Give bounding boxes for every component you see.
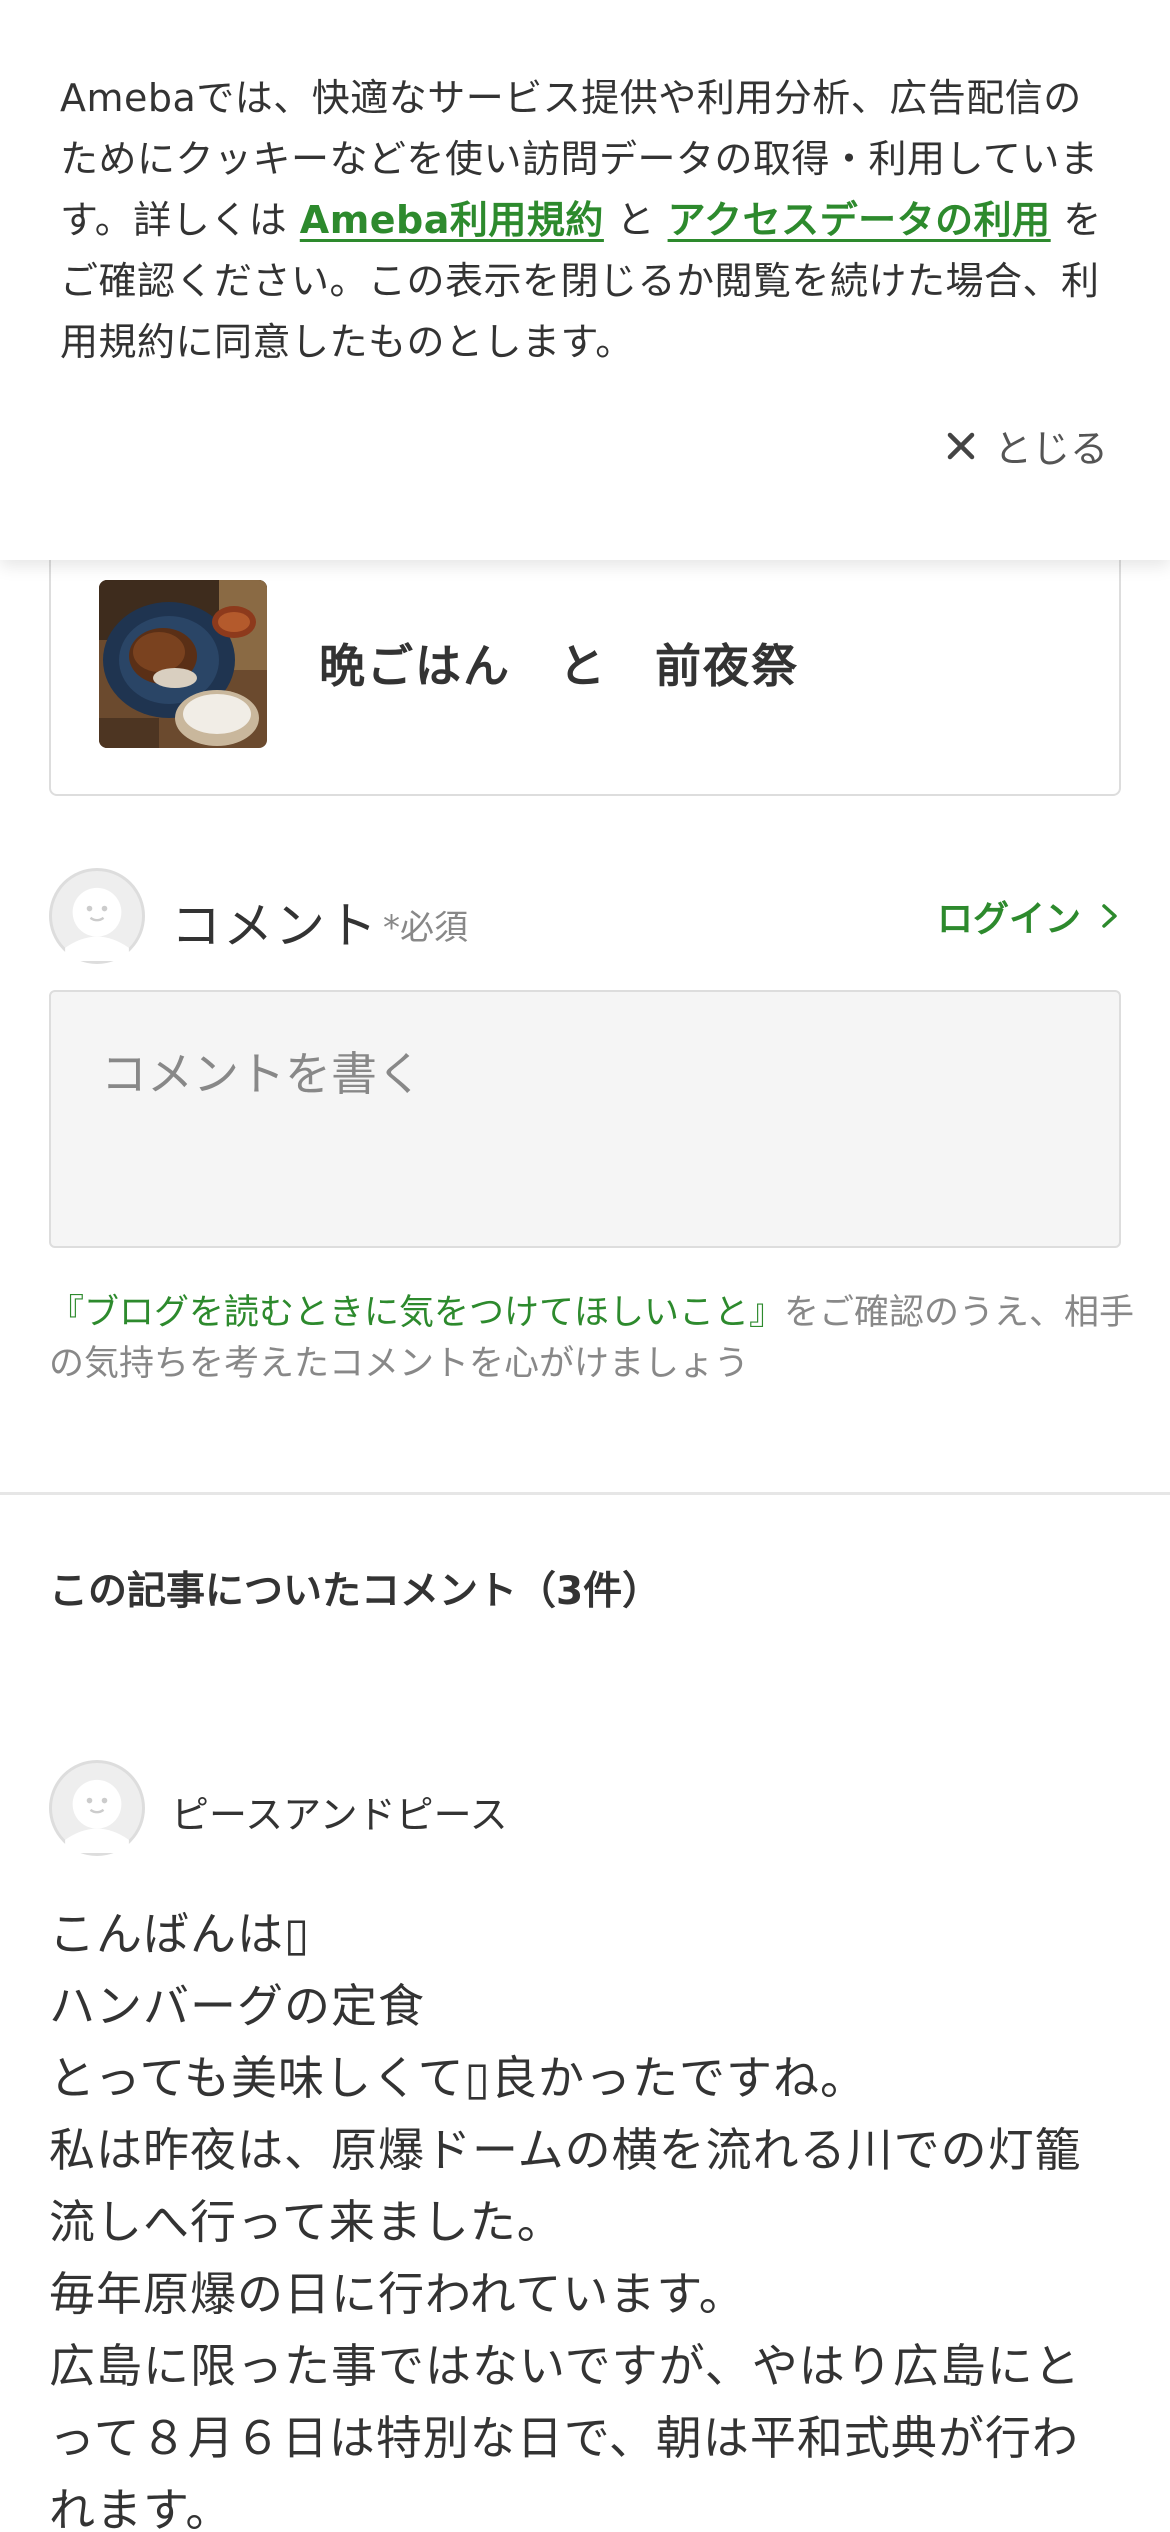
article-card[interactable]: 晩ごはん と 前夜祭 bbox=[49, 520, 1121, 796]
close-icon bbox=[947, 432, 975, 459]
comments-heading: この記事についたコメント（3件） bbox=[49, 1569, 662, 1614]
comment-line: とっても美味しくて▯良かったですね。 bbox=[49, 2051, 867, 2105]
login-label: ログイン bbox=[936, 899, 1081, 940]
comment-line: 私は昨夜は、原爆ドームの横を流れる川での灯籠 bbox=[49, 2123, 1082, 2177]
comment-line: れます。 bbox=[49, 2483, 233, 2532]
comment-label: コメント bbox=[171, 897, 379, 955]
avatar bbox=[49, 1760, 145, 1856]
close-button[interactable]: とじる bbox=[946, 418, 1108, 473]
access-data-link[interactable]: アクセスデータの利用 bbox=[668, 198, 1051, 242]
chevron-right-icon bbox=[1102, 904, 1117, 928]
terms-link[interactable]: Ameba利用規約 bbox=[300, 198, 604, 242]
comment-line: って８月６日は特別な日で、朝は平和式典が行わ bbox=[49, 2411, 1079, 2465]
avatar bbox=[49, 868, 145, 964]
comment-textarea[interactable] bbox=[49, 990, 1121, 1248]
comment-line: 毎年原爆の日に行われています。 bbox=[49, 2267, 746, 2321]
comment-line: 広島に限った事ではないですが、やはり広島にと bbox=[49, 2339, 1081, 2393]
comment-body: こんばんは▯ ハンバーグの定食 とっても美味しくて▯良かったですね。 私は昨夜は… bbox=[49, 1898, 1129, 2532]
cookie-banner: Amebaでは、快適なサービス提供や利用分析、広告配信のためにクッキーなどを使い… bbox=[0, 0, 1170, 560]
cookie-notice-text: Amebaでは、快適なサービス提供や利用分析、広告配信のためにクッキーなどを使い… bbox=[60, 68, 1110, 373]
default-avatar-icon bbox=[54, 1765, 140, 1853]
comment-author[interactable]: ピースアンドピース bbox=[49, 1760, 1121, 1856]
close-label: とじる bbox=[993, 427, 1108, 471]
comment-line: ハンバーグの定食 bbox=[49, 1979, 425, 2033]
default-avatar-icon bbox=[54, 873, 140, 961]
login-link[interactable]: ログイン bbox=[937, 890, 1121, 942]
section-divider bbox=[0, 1492, 1170, 1495]
guidelines-link[interactable]: 『ブログを読むときに気をつけてほしいこと』 bbox=[49, 1293, 784, 1333]
comment-line: 流しへ行って来ました。 bbox=[49, 2195, 564, 2249]
article-thumbnail bbox=[99, 580, 267, 748]
cookie-text-part-2: と bbox=[603, 198, 668, 242]
comment-form-header: コメント *必須 ログイン bbox=[49, 868, 1121, 964]
comment-line: こんばんは▯ bbox=[49, 1907, 311, 1961]
food-photo-icon bbox=[99, 580, 267, 748]
article-title: 晩ごはん と 前夜祭 bbox=[319, 639, 799, 693]
required-label: *必須 bbox=[383, 908, 468, 948]
page: Amebaでは、快適なサービス提供や利用分析、広告配信のためにクッキーなどを使い… bbox=[0, 0, 1170, 2532]
commenter-name: ピースアンドピース bbox=[171, 1793, 508, 1837]
comment-guidelines: 『ブログを読むときに気をつけてほしいこと』をご確認のうえ、相手の気持ちを考えたコ… bbox=[49, 1288, 1139, 1390]
